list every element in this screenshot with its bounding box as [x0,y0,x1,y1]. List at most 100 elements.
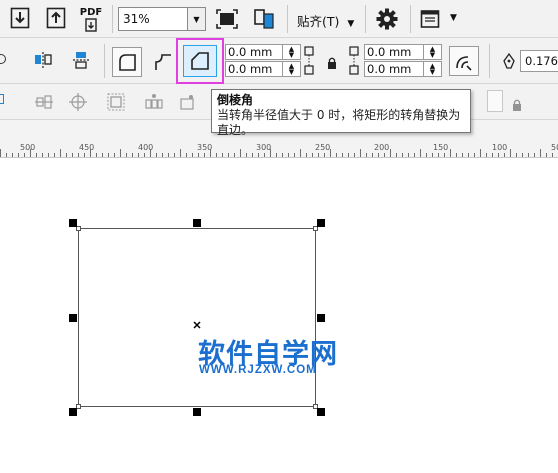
ruler-tick [114,153,115,157]
center-mark-icon[interactable] [193,314,201,329]
ruler-tick [288,153,289,157]
ruler-tick [72,153,73,157]
chamfered-corner-button[interactable] [183,45,217,77]
scalloped-corner-button[interactable] [150,49,176,75]
outline-width-value: 0.176 [525,54,558,68]
ruler-tick [402,153,403,157]
selection-handle-bottom-left[interactable] [69,408,77,416]
spin-arrows-icon[interactable]: ▲ ▼ [282,62,300,76]
spin-arrows-icon[interactable]: ▲ ▼ [423,62,441,76]
snap-to-menu[interactable]: 贴齐(T) ▼ [297,11,354,30]
selection-handle-top-left[interactable] [69,219,77,227]
selection-handle-top[interactable] [193,219,201,227]
ruler-tick [462,153,463,157]
corner-radius-top-left-field[interactable]: 0.0 mm ▲ ▼ [225,44,301,60]
gear-icon[interactable] [374,6,400,32]
ruler-tick [528,153,529,157]
snap-to-label: 贴齐(T) [297,14,340,29]
window-layout-icon[interactable] [418,7,442,31]
corner-radius-bottom-left-value: 0.0 mm [228,62,273,76]
ruler-tick [48,153,49,157]
group-icon[interactable] [104,90,128,114]
ruler-tick [42,153,43,157]
selection-handle-bottom[interactable] [193,408,201,416]
ruler-tick [282,153,283,157]
application-launcher-icon[interactable] [252,7,276,31]
separator [365,5,366,33]
ruler-tick [420,149,421,157]
ruler-tick [330,149,331,157]
drawing-canvas[interactable] [0,158,558,473]
distribute-icon[interactable] [66,90,90,114]
ruler-tick [516,153,517,157]
mirror-horizontal-icon[interactable] [32,49,54,71]
select-handle-icon [0,94,4,104]
ruler-tick [552,153,553,157]
ungroup-icon[interactable] [142,90,166,114]
ruler-tick [54,153,55,157]
import-icon[interactable] [8,6,32,30]
ruler-tick [30,149,31,157]
ruler-tick [216,153,217,157]
property-bar: 0.0 mm ▲ ▼ 0.0 mm ▲ ▼ 0.0 mm ▲ ▼ 0.0 mm ▲ ▼ … [0,38,558,84]
round-corner-button[interactable] [112,47,142,77]
spin-arrows-icon[interactable]: ▲ ▼ [282,45,300,59]
separator [287,5,288,33]
ruler-tick [18,153,19,157]
ruler-tick [486,153,487,157]
ruler-tick [36,153,37,157]
ruler-tick [414,153,415,157]
ruler-tick [90,149,91,157]
ruler-tick [426,153,427,157]
ruler-label: 500 [20,143,36,152]
separator [104,44,105,78]
ruler-tick [264,153,265,157]
ruler-label: 50 [551,143,558,152]
selection-handle-left[interactable] [69,314,77,322]
full-screen-preview-icon[interactable] [215,7,239,31]
mirror-vertical-icon[interactable] [70,49,92,71]
corner-radius-bottom-left-field[interactable]: 0.0 mm ▲ ▼ [225,61,301,77]
publish-pdf-button[interactable]: PDF [78,5,104,33]
export-icon[interactable] [44,6,68,30]
lock-icon[interactable] [327,54,337,69]
ruler-label: 200 [374,143,390,152]
ruler-tick [498,153,499,157]
ruler-tick [144,153,145,157]
ruler-label: 150 [433,143,449,152]
ruler-tick [150,149,151,157]
relative-corner-scaling-button[interactable] [449,46,479,76]
corner-radius-bottom-right-field[interactable]: 0.0 mm ▲ ▼ [364,61,442,77]
chevron-down-icon[interactable]: ▼ [187,8,205,30]
ruler-tick [444,153,445,157]
ruler-tick [186,153,187,157]
chamfered-corner-icon [191,52,209,70]
spin-arrows-icon[interactable]: ▲ ▼ [423,45,441,59]
ruler-tick [318,153,319,157]
selection-handle-top-right[interactable] [317,219,325,227]
ruler-tick [60,149,61,157]
chevron-down-icon[interactable]: ▼ [450,13,457,23]
ruler-tick [384,153,385,157]
ruler-tick [396,153,397,157]
outline-width-field[interactable]: 0.176 [520,50,558,72]
selection-handle-bottom-right[interactable] [317,408,325,416]
ruler-tick [198,153,199,157]
pdf-icon [85,17,97,32]
separator [410,5,411,33]
ruler-tick [0,149,1,157]
zoom-level-combo[interactable]: 31% ▼ [118,7,206,31]
combine-icon[interactable] [176,90,200,114]
selection-handle-right[interactable] [317,314,325,322]
corner-radius-top-right-field[interactable]: 0.0 mm ▲ ▼ [364,44,442,60]
ruler-tick [438,153,439,157]
ruler-tick [252,153,253,157]
corner-radius-top-left-value: 0.0 mm [228,45,273,59]
ruler-tick [6,153,7,157]
chevron-down-icon: ▼ [347,19,355,29]
align-icon[interactable] [32,90,56,114]
ruler-tick [276,153,277,157]
lock-icon[interactable] [512,96,522,111]
corner-radius-bottom-right-value: 0.0 mm [367,62,412,76]
ruler-tick [24,153,25,157]
